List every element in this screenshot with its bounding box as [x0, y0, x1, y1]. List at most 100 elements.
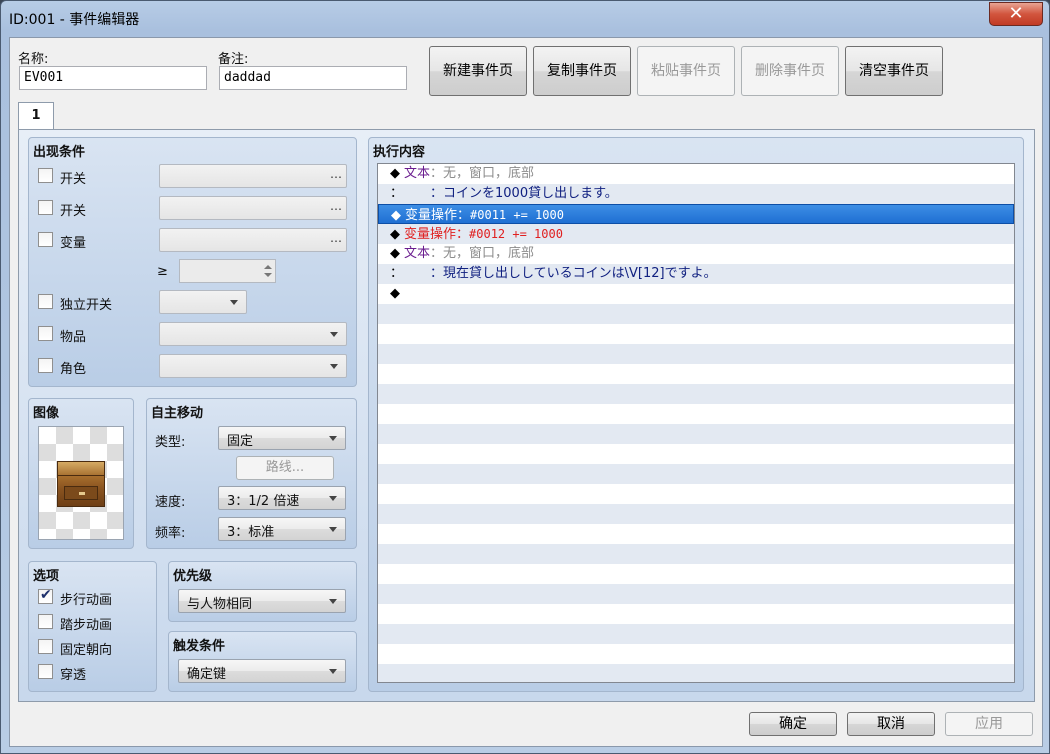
chevron-down-icon	[330, 332, 338, 337]
event-image-preview[interactable]	[38, 426, 124, 540]
page-panel: 出现条件 开关 … 开关 … 变量 … ≥ 独立开关 物品 角色 图像 自主移动…	[18, 129, 1035, 702]
title-bar[interactable]: ID:001 - 事件编辑器 ✕	[1, 1, 1049, 33]
item-select[interactable]	[159, 322, 347, 346]
through-checkbox[interactable]	[38, 664, 53, 679]
item-label: 物品	[60, 330, 87, 345]
command-name: 文本	[404, 166, 431, 181]
tab-page-1[interactable]: 1	[18, 102, 54, 130]
step-anim-checkbox[interactable]	[38, 614, 53, 629]
empty-row[interactable]	[378, 564, 1014, 584]
empty-row[interactable]	[378, 404, 1014, 424]
command-row[interactable]: ◆	[378, 284, 1014, 304]
switch1-field[interactable]: …	[159, 164, 347, 188]
command-separator: ：	[430, 166, 444, 181]
trigger-value: 确定键	[187, 667, 227, 682]
switch1-checkbox[interactable]	[38, 168, 53, 183]
direction-fix-label: 固定朝向	[60, 643, 113, 658]
command-marker: ◆	[390, 166, 400, 181]
cancel-button[interactable]: 取消	[847, 712, 935, 736]
empty-row[interactable]	[378, 604, 1014, 624]
options-title: 选项	[33, 569, 60, 584]
trigger-group: 触发条件 确定键	[168, 631, 357, 692]
command-row[interactable]: ： ：現在貸し出ししているコインは\V[12]ですよ。	[378, 264, 1014, 284]
actor-checkbox[interactable]	[38, 358, 53, 373]
delete-page-button[interactable]: 删除事件页	[741, 46, 839, 96]
contents-title: 执行内容	[373, 145, 426, 160]
empty-row[interactable]	[378, 364, 1014, 384]
empty-row[interactable]	[378, 584, 1014, 604]
new-page-button[interactable]: 新建事件页	[429, 46, 527, 96]
type-label: 类型:	[155, 435, 186, 450]
command-row[interactable]: ◆ 文本：无，窗口，底部	[378, 244, 1014, 264]
self-switch-checkbox[interactable]	[38, 294, 53, 309]
browse-icon: …	[330, 167, 342, 181]
move-speed-select[interactable]: 3：1/2 倍速	[218, 486, 346, 510]
empty-row[interactable]	[378, 304, 1014, 324]
empty-row[interactable]	[378, 624, 1014, 644]
chest-lid	[58, 462, 104, 476]
spin-down-icon[interactable]	[264, 273, 272, 277]
through-label: 穿透	[60, 668, 87, 683]
empty-row[interactable]	[378, 424, 1014, 444]
empty-row[interactable]	[378, 644, 1014, 664]
command-separator: ：	[404, 186, 444, 201]
route-button[interactable]: 路线...	[236, 456, 334, 480]
paste-page-button[interactable]: 粘贴事件页	[637, 46, 735, 96]
priority-select[interactable]: 与人物相同	[178, 589, 346, 613]
walk-anim-checkbox[interactable]	[38, 587, 53, 604]
conditions-title: 出现条件	[33, 145, 86, 160]
note-input[interactable]: daddad	[219, 66, 407, 90]
variable-field[interactable]: …	[159, 228, 347, 252]
walk-anim-label: 步行动画	[60, 593, 113, 608]
empty-row[interactable]	[378, 324, 1014, 344]
empty-row[interactable]	[378, 464, 1014, 484]
command-args: 現在貸し出ししているコインは\V[12]ですよ。	[443, 266, 717, 281]
move-type-select[interactable]: 固定	[218, 426, 346, 450]
move-frequency-select[interactable]: 3：标准	[218, 517, 346, 541]
event-editor-window: ID:001 - 事件编辑器 ✕ 名称: EV001 备注: daddad 新建…	[0, 0, 1050, 754]
ok-button[interactable]: 确定	[749, 712, 837, 736]
command-row[interactable]: ◆ 变量操作：#0011 += 1000	[378, 204, 1014, 224]
empty-row[interactable]	[378, 544, 1014, 564]
variable-value-spinner[interactable]	[179, 259, 276, 283]
apply-button[interactable]: 应用	[945, 712, 1033, 736]
command-row[interactable]: ◆ 变量操作：#0012 += 1000	[378, 224, 1014, 244]
frequency-label: 频率:	[155, 526, 186, 541]
command-row[interactable]: ◆ 文本：无，窗口，底部	[378, 164, 1014, 184]
empty-row[interactable]	[378, 344, 1014, 364]
command-row[interactable]: ： ：コインを1000貸し出します。	[378, 184, 1014, 204]
copy-page-button[interactable]: 复制事件页	[533, 46, 631, 96]
name-label: 名称:	[18, 52, 49, 67]
clear-page-button[interactable]: 清空事件页	[845, 46, 943, 96]
direction-fix-checkbox[interactable]	[38, 639, 53, 654]
command-marker: ◆	[390, 286, 400, 301]
actor-select[interactable]	[159, 354, 347, 378]
chevron-down-icon	[329, 669, 337, 674]
command-marker: ：	[390, 186, 404, 201]
chevron-down-icon	[330, 364, 338, 369]
close-button[interactable]: ✕	[989, 2, 1043, 26]
switch2-field[interactable]: …	[159, 196, 347, 220]
trigger-select[interactable]: 确定键	[178, 659, 346, 683]
chevron-down-icon	[329, 496, 337, 501]
chevron-down-icon	[329, 527, 337, 532]
chest-drawer	[64, 486, 98, 500]
switch2-checkbox[interactable]	[38, 200, 53, 215]
empty-row[interactable]	[378, 484, 1014, 504]
empty-row[interactable]	[378, 384, 1014, 404]
spin-up-icon[interactable]	[264, 265, 272, 269]
empty-row[interactable]	[378, 444, 1014, 464]
note-label: 备注:	[218, 52, 249, 67]
ge-symbol: ≥	[157, 264, 168, 279]
switch1-label: 开关	[60, 172, 87, 187]
self-switch-select[interactable]	[159, 290, 247, 314]
variable-checkbox[interactable]	[38, 232, 53, 247]
empty-row[interactable]	[378, 664, 1014, 682]
empty-row[interactable]	[378, 524, 1014, 544]
item-checkbox[interactable]	[38, 326, 53, 341]
conditions-group: 出现条件 开关 … 开关 … 变量 … ≥ 独立开关 物品 角色	[28, 137, 357, 387]
name-input[interactable]: EV001	[19, 66, 207, 90]
image-title: 图像	[33, 406, 60, 421]
empty-row[interactable]	[378, 504, 1014, 524]
command-list[interactable]: ◆ 文本：无，窗口，底部 ： ：コインを1000貸し出します。 ◆ 变量操作：#0011…	[377, 163, 1015, 683]
